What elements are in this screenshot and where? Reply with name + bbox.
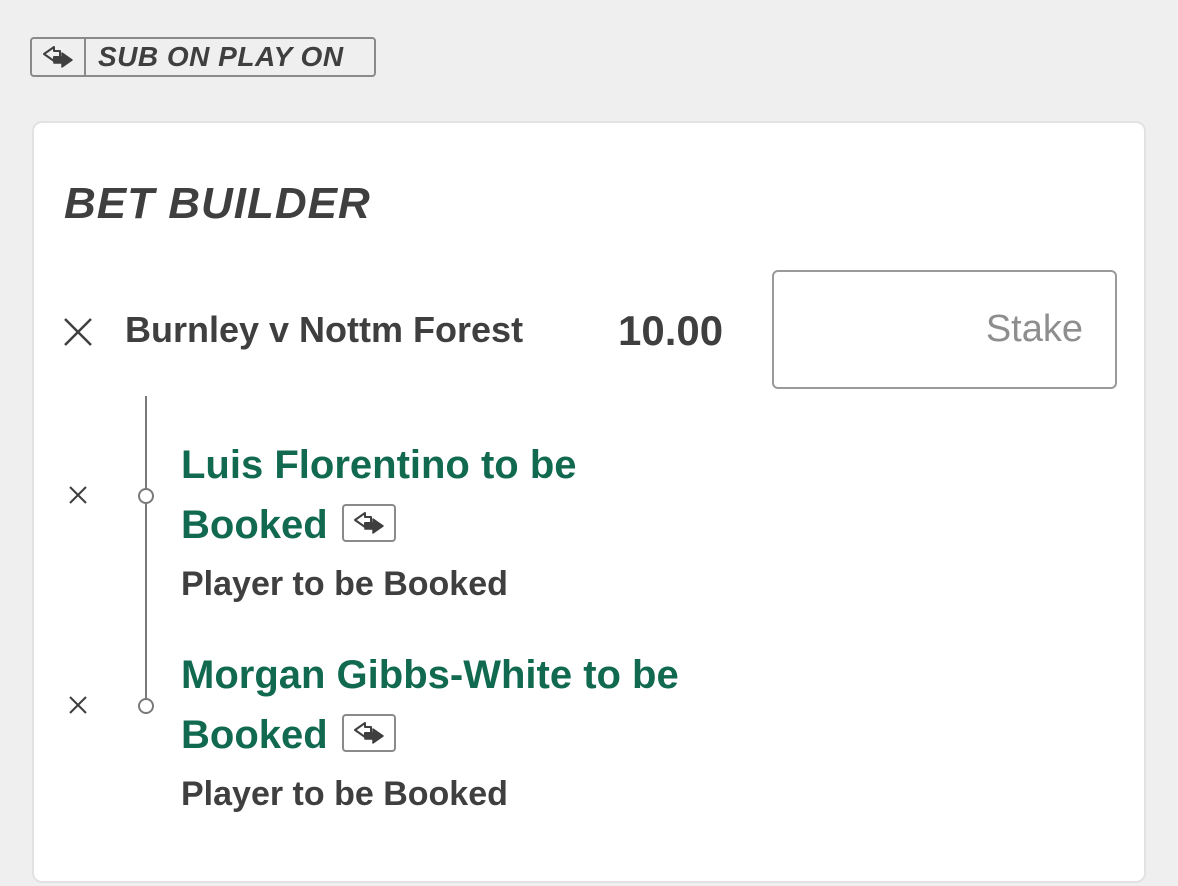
bet-builder-title: BET BUILDER (64, 179, 371, 228)
leg-title-line1: Morgan Gibbs-White to be (181, 653, 679, 697)
sub-on-play-on-badge: SUB ON PLAY ON (30, 37, 376, 77)
leg-selection-title[interactable]: Morgan Gibbs-White to be Booked (181, 645, 881, 765)
leg-market-label: Player to be Booked (181, 565, 508, 603)
leg-marker-dot (138, 698, 154, 714)
sub-on-play-on-label: SUB ON PLAY ON (98, 41, 344, 72)
odds-value: 10.00 (618, 307, 724, 354)
leg-title-line2: Booked (181, 503, 328, 547)
leg-title-line2: Booked (181, 713, 328, 757)
substitution-icon (341, 714, 396, 753)
substitution-icon (32, 39, 86, 75)
remove-event-close-icon[interactable] (62, 316, 94, 348)
bet-builder-card: BET BUILDER Burnley v Nottm Forest 10.00… (32, 121, 1146, 883)
leg-market-label: Player to be Booked (181, 775, 508, 813)
legs-timeline (145, 396, 147, 706)
substitution-icon (341, 504, 396, 543)
stake-input[interactable] (772, 270, 1117, 389)
leg-title-line1: Luis Florentino to be (181, 443, 577, 487)
leg-marker-dot (138, 488, 154, 504)
leg-selection-title[interactable]: Luis Florentino to be Booked (181, 435, 881, 555)
remove-leg-close-icon[interactable] (67, 694, 89, 716)
remove-leg-close-icon[interactable] (67, 484, 89, 506)
event-name: Burnley v Nottm Forest (125, 309, 524, 350)
